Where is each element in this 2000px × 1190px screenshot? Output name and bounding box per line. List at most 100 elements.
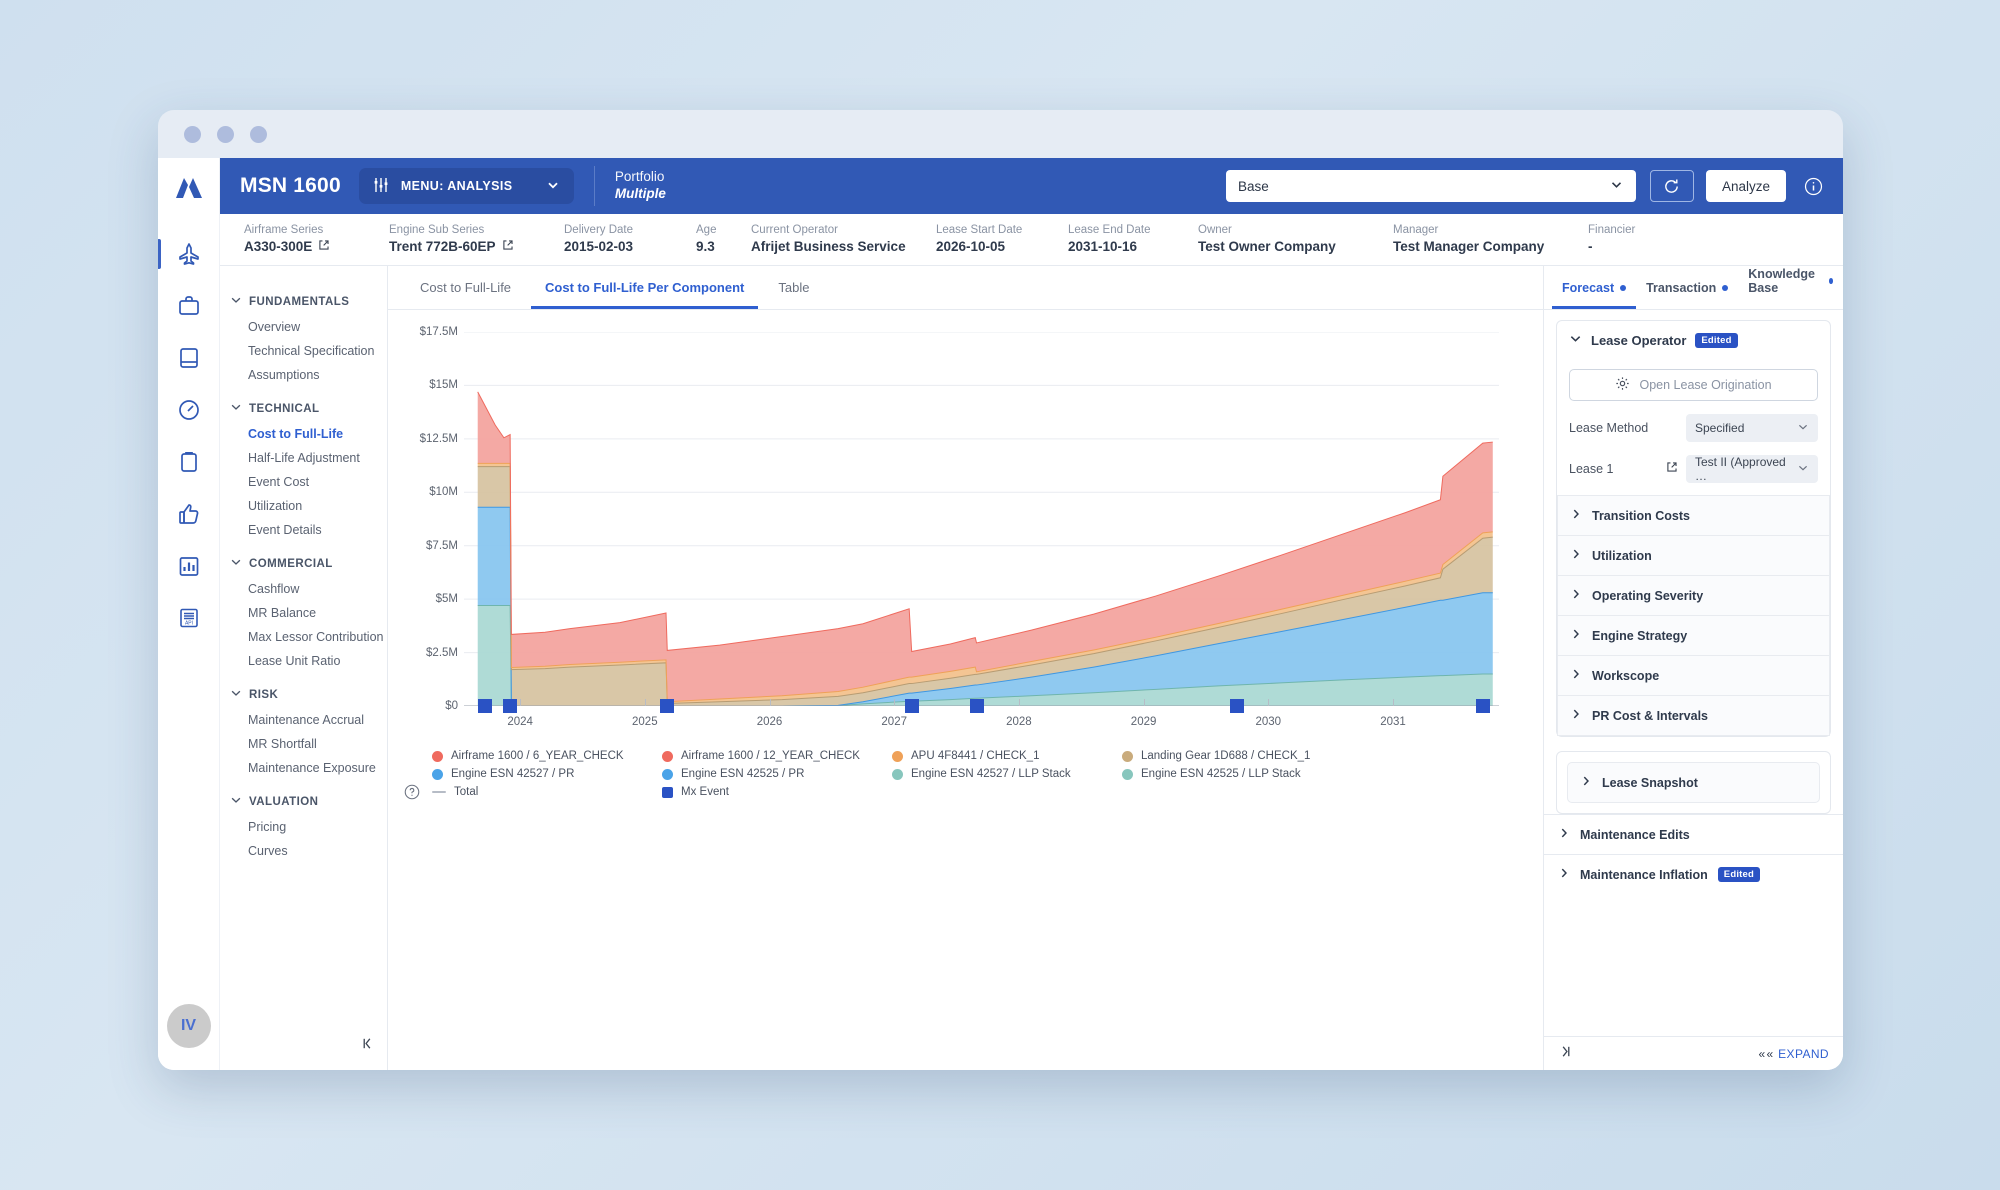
rail-item-clipboard[interactable]: [166, 439, 212, 485]
tab-forecast[interactable]: Forecast: [1552, 281, 1637, 309]
x-axis-tick: [1143, 699, 1145, 706]
window-close-dot[interactable]: [184, 125, 201, 143]
window-maximize-dot[interactable]: [250, 125, 267, 143]
accordion-pr-cost-intervals[interactable]: PR Cost & Intervals: [1557, 696, 1830, 736]
sidebar-item-event-cost[interactable]: Event Cost: [228, 470, 387, 494]
section-maintenance-edits[interactable]: Maintenance Edits: [1544, 814, 1843, 854]
scenario-select[interactable]: Base: [1225, 170, 1636, 202]
top-bar: MSN 1600 MENU: ANALYSIS Portfolio Multip…: [220, 158, 1843, 214]
mx-event-marker[interactable]: [1475, 699, 1490, 713]
sidebar-item-cashflow[interactable]: Cashflow: [228, 577, 387, 601]
sidebar-item-pricing[interactable]: Pricing: [228, 815, 387, 839]
fact-label: Financier: [1588, 223, 1636, 236]
chevron-down-icon: [230, 401, 242, 416]
x-axis-tick: [769, 699, 771, 706]
refresh-button[interactable]: [1649, 170, 1694, 202]
cost-to-full-life-chart[interactable]: $17.5M $15M $12.5M $10M $7.5M $5M $2.5M $0 2024…: [406, 324, 1525, 744]
sidebar-item-overview[interactable]: Overview: [228, 315, 387, 339]
chevron-right-icon: [1570, 668, 1582, 683]
mx-event-marker[interactable]: [969, 699, 984, 713]
legend-item[interactable]: Airframe 1600 / 6_YEAR_CHECK: [432, 748, 662, 764]
mx-event-marker[interactable]: [478, 699, 493, 713]
collapse-left-icon[interactable]: [360, 1036, 375, 1056]
user-avatar[interactable]: IV: [166, 1004, 211, 1048]
help-circle-icon[interactable]: [404, 784, 420, 805]
legend-label: Airframe 1600 / 6_YEAR_CHECK: [451, 750, 624, 762]
sidebar-item-maintenance-accrual[interactable]: Maintenance Accrual: [228, 708, 387, 732]
sidebar-item-curves[interactable]: Curves: [228, 839, 387, 863]
tab-cost-to-full-life-per-component[interactable]: Cost to Full-Life Per Component: [531, 280, 759, 309]
field-select[interactable]: Test II (Approved …: [1686, 455, 1818, 483]
fact-value[interactable]: Trent 772B-60EP: [389, 238, 564, 256]
mx-event-marker[interactable]: [1230, 699, 1245, 713]
tab-table[interactable]: Table: [764, 280, 823, 309]
rail-item-thumbs-up[interactable]: [166, 491, 212, 537]
tab-knowledge-base[interactable]: Knowledge Base: [1738, 267, 1843, 309]
nav-group-commercial[interactable]: COMMERCIAL: [230, 556, 387, 571]
analyze-button[interactable]: Analyze: [1705, 170, 1786, 202]
app-window: API IV MSN 1600 MENU: ANALYSIS Portfolio…: [158, 110, 1843, 1070]
external-link-icon[interactable]: [502, 238, 514, 256]
accordion-utilization[interactable]: Utilization: [1557, 536, 1830, 576]
external-link-icon[interactable]: [1666, 460, 1678, 478]
sidebar-item-max-lessor-contribution[interactable]: Max Lessor Contribution: [228, 625, 387, 649]
window-minimize-dot[interactable]: [217, 125, 234, 143]
rail-item-bar-chart[interactable]: [166, 543, 212, 589]
accordion-lease-snapshot[interactable]: Lease Snapshot: [1567, 762, 1820, 803]
legend-label: Engine ESN 42525 / PR: [681, 768, 805, 780]
status-dot-icon: [1722, 285, 1729, 291]
nav-group-fundamentals[interactable]: FUNDAMENTALS: [230, 294, 387, 309]
sidebar-item-mr-shortfall[interactable]: MR Shortfall: [228, 732, 387, 756]
tab-cost-to-full-life[interactable]: Cost to Full-Life: [406, 280, 525, 309]
x-axis-tick-label: 2029: [1130, 716, 1157, 728]
section-maintenance-inflation[interactable]: Maintenance Inflation Edited: [1544, 854, 1843, 894]
accordion-operating-severity[interactable]: Operating Severity: [1557, 576, 1830, 616]
sidebar-item-cost-to-full-life[interactable]: Cost to Full-Life: [228, 422, 387, 446]
fact-value-text: 2026-10-05: [936, 239, 1006, 255]
mx-event-marker[interactable]: [660, 699, 675, 713]
menu-analysis-dropdown[interactable]: MENU: ANALYSIS: [358, 168, 574, 204]
rail-item-gauge[interactable]: [166, 387, 212, 433]
sidebar-item-event-details[interactable]: Event Details: [228, 518, 387, 542]
mx-event-marker[interactable]: [904, 699, 919, 713]
legend-item[interactable]: Engine ESN 42527 / LLP Stack: [892, 766, 1122, 782]
nav-group-valuation[interactable]: VALUATION: [230, 794, 387, 809]
legend-item[interactable]: Airframe 1600 / 12_YEAR_CHECK: [662, 748, 892, 764]
collapse-right-icon[interactable]: [1558, 1044, 1573, 1064]
nav-group-technical[interactable]: TECHNICAL: [230, 401, 387, 416]
legend-item[interactable]: Engine ESN 42525 / LLP Stack: [1122, 766, 1352, 782]
rail-item-briefcase[interactable]: [166, 283, 212, 329]
sidebar-item-maintenance-exposure[interactable]: Maintenance Exposure: [228, 756, 387, 780]
rail-item-api-doc[interactable]: API: [166, 595, 212, 641]
lease-operator-header[interactable]: Lease Operator Edited: [1557, 321, 1830, 359]
legend-item[interactable]: Total: [432, 784, 662, 800]
rail-item-aircraft[interactable]: [158, 231, 212, 277]
app-logo-icon[interactable]: [174, 176, 204, 205]
accordion-workscope[interactable]: Workscope: [1557, 656, 1830, 696]
sidebar-item-utilization[interactable]: Utilization: [228, 494, 387, 518]
external-link-icon[interactable]: [318, 238, 330, 256]
field-select[interactable]: Specified: [1686, 414, 1818, 442]
expand-control[interactable]: « « EXPAND: [1758, 1047, 1829, 1061]
fact-label: Age: [696, 223, 717, 236]
legend-item[interactable]: Mx Event: [662, 784, 892, 800]
accordion-transition-costs[interactable]: Transition Costs: [1557, 495, 1830, 536]
tab-transaction[interactable]: Transaction: [1636, 281, 1738, 309]
sidebar-item-lease-unit-ratio[interactable]: Lease Unit Ratio: [228, 649, 387, 673]
open-lease-origination-button[interactable]: Open Lease Origination: [1569, 369, 1818, 401]
nav-group-risk[interactable]: RISK: [230, 687, 387, 702]
rail-item-book[interactable]: [166, 335, 212, 381]
sidebar-item-half-life-adjustment[interactable]: Half-Life Adjustment: [228, 446, 387, 470]
sidebar-item-technical-specification[interactable]: Technical Specification: [228, 339, 387, 363]
fact-label: Current Operator: [751, 223, 838, 236]
accordion-engine-strategy[interactable]: Engine Strategy: [1557, 616, 1830, 656]
sidebar-item-assumptions[interactable]: Assumptions: [228, 363, 387, 387]
legend-item[interactable]: APU 4F8441 / CHECK_1: [892, 748, 1122, 764]
mx-event-marker[interactable]: [503, 699, 518, 713]
sidebar-item-mr-balance[interactable]: MR Balance: [228, 601, 387, 625]
legend-item[interactable]: Landing Gear 1D688 / CHECK_1: [1122, 748, 1352, 764]
info-icon[interactable]: [1804, 177, 1823, 196]
legend-item[interactable]: Engine ESN 42527 / PR: [432, 766, 662, 782]
fact-value[interactable]: A330-300E: [244, 238, 389, 256]
legend-item[interactable]: Engine ESN 42525 / PR: [662, 766, 892, 782]
